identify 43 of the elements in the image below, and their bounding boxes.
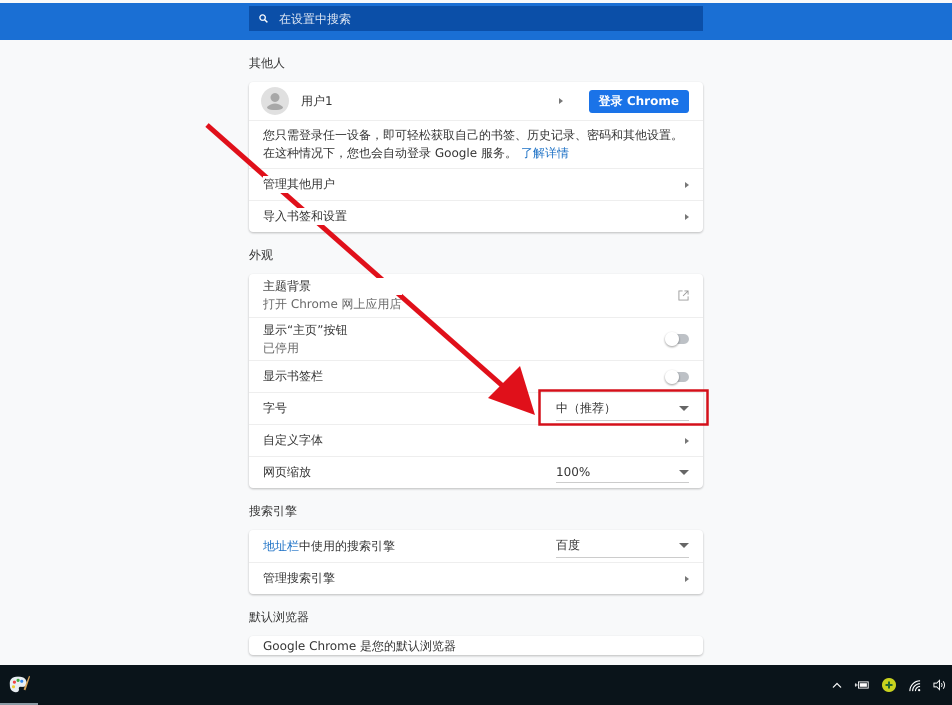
dropdown-select[interactable]: 中（推荐） xyxy=(556,396,689,420)
dropdown-select[interactable]: 100% xyxy=(556,462,689,483)
description-text: 您只需登录任一设备，即可轻松获取自己的书签、历史记录、密码和其他设置。在这种情况下，您也会自动登录 Google 服务。 了解详情 xyxy=(263,127,684,162)
speaker-icon[interactable] xyxy=(933,679,946,691)
settings-row[interactable]: 管理其他用户 xyxy=(249,168,703,200)
arrow-right-icon xyxy=(685,182,689,188)
caret-icon xyxy=(679,470,689,474)
battery-plug-icon[interactable] xyxy=(854,680,870,690)
learn-more-link[interactable]: 了解详情 xyxy=(520,146,569,160)
arrow-right-icon xyxy=(685,214,689,220)
address-bar-link[interactable]: 地址栏 xyxy=(263,538,299,552)
row-sublabel: 已停用 xyxy=(263,340,300,356)
row-label: 显示“主页”按钮 xyxy=(263,322,348,338)
arrow-right-icon[interactable] xyxy=(558,98,563,104)
row-label: 网页缩放 xyxy=(263,465,311,479)
paint-palette-icon xyxy=(7,673,31,695)
row-label: 主题背景 xyxy=(263,278,402,295)
row-label: 字号 xyxy=(263,401,287,415)
chevron-up-icon[interactable] xyxy=(832,682,842,688)
caret-icon xyxy=(679,406,689,410)
plus-circle-icon[interactable] xyxy=(882,678,896,692)
dropdown-select[interactable]: 百度 xyxy=(556,534,689,558)
section-title: 其他人 xyxy=(249,55,286,72)
caret-icon xyxy=(679,543,689,548)
row-label: Google Chrome 是您的默认浏览器 xyxy=(263,638,456,655)
wifi-icon[interactable] xyxy=(908,678,921,692)
toggle-switch[interactable] xyxy=(667,372,689,382)
settings-row[interactable]: 导入书签和设置 xyxy=(249,200,703,232)
settings-row[interactable]: 管理搜索引擎 xyxy=(249,562,703,594)
section-title: 搜索引擎 xyxy=(249,503,298,520)
arrow-right-icon xyxy=(685,576,689,582)
toggle-switch[interactable] xyxy=(667,334,689,344)
open-external-icon[interactable] xyxy=(678,290,689,301)
avatar-icon xyxy=(261,87,289,115)
arrow-right-icon xyxy=(685,438,689,444)
row-label: 中使用的搜索引擎 xyxy=(299,538,395,552)
row-label: 显示书签栏 xyxy=(263,368,323,385)
sign-in-button[interactable]: 登录 Chrome xyxy=(588,90,689,112)
search-field[interactable]: 在设置中搜索 xyxy=(249,6,703,31)
section-title: 默认浏览器 xyxy=(249,609,310,626)
settings-row[interactable]: 自定义字体 xyxy=(249,424,703,456)
row-sublabel: 打开 Chrome 网上应用店 xyxy=(263,296,402,313)
section-title: 外观 xyxy=(249,247,274,264)
